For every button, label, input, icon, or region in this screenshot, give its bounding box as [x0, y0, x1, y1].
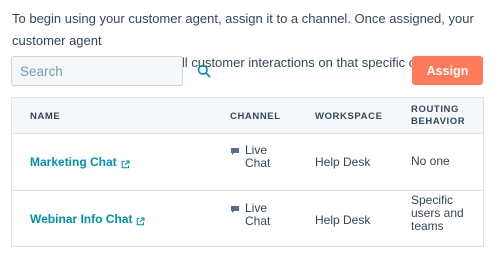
channel-cell: Live Chat — [230, 144, 275, 170]
routing-line-3: teams — [411, 219, 444, 233]
channel-line-1: Live — [245, 143, 268, 157]
routing-cell: Specific users and teams — [411, 194, 471, 233]
table-row: Webinar Info Chat Live Chat Help Desk Sp… — [12, 191, 483, 247]
agent-name: Marketing Chat — [30, 155, 117, 169]
header-name[interactable]: NAME — [30, 111, 60, 123]
table-header: NAME CHANNEL WORKSPACE ROUTING BEHAVIOR — [12, 98, 483, 134]
header-routing-line-2: BEHAVIOR — [411, 116, 466, 127]
external-link-icon — [121, 158, 130, 168]
channel-line-2: Chat — [245, 214, 271, 228]
chat-bubble-icon — [230, 146, 240, 159]
intro-line-1: To begin using your customer agent, assi… — [12, 11, 474, 48]
agent-name-link[interactable]: Webinar Info Chat — [30, 212, 145, 226]
channels-table: NAME CHANNEL WORKSPACE ROUTING BEHAVIOR … — [11, 97, 484, 247]
header-routing[interactable]: ROUTING BEHAVIOR — [411, 104, 465, 128]
channel-label: Live Chat — [245, 144, 275, 170]
chat-bubble-icon — [230, 204, 240, 217]
table-row: Marketing Chat Live Chat Help Desk No on… — [12, 134, 483, 191]
search-input[interactable] — [20, 63, 197, 79]
channel-cell: Live Chat — [230, 202, 275, 228]
assign-button[interactable]: Assign — [412, 56, 483, 85]
header-routing-line-1: ROUTING — [411, 104, 460, 115]
external-link-icon — [136, 215, 145, 225]
channel-line-2: Chat — [245, 156, 271, 170]
agent-name: Webinar Info Chat — [30, 212, 133, 226]
search-box[interactable] — [11, 56, 211, 86]
routing-line-1: Specific — [411, 193, 454, 207]
header-workspace[interactable]: WORKSPACE — [315, 111, 383, 123]
routing-cell: No one — [411, 154, 450, 168]
assign-button-label: Assign — [426, 63, 469, 78]
header-channel[interactable]: CHANNEL — [230, 111, 281, 123]
channel-line-1: Live — [245, 201, 268, 215]
workspace-cell: Help Desk — [315, 155, 371, 169]
workspace-cell: Help Desk — [315, 213, 371, 227]
agent-name-link[interactable]: Marketing Chat — [30, 155, 130, 169]
channel-label: Live Chat — [245, 202, 275, 228]
search-icon[interactable] — [197, 63, 211, 79]
routing-line-2: users and — [411, 206, 464, 220]
